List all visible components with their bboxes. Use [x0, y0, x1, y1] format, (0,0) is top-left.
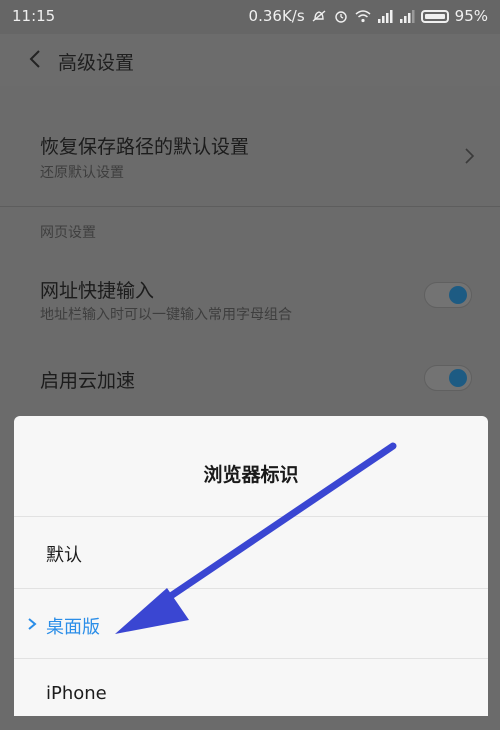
page-title: 高级设置 [58, 52, 135, 74]
setting-restore-path[interactable]: 恢复保存路径的默认设置 还原默认设置 [0, 104, 500, 208]
selected-chevron-icon [28, 618, 37, 630]
status-bar: 11:15 0.36K/s 95% [0, 0, 500, 34]
chevron-left-icon[interactable] [24, 47, 48, 71]
browser-id-dialog: 浏览器标识 默认 桌面版 iPhone [14, 416, 488, 716]
status-icons: 0.36K/s 95% [249, 7, 488, 25]
section-divider [0, 206, 500, 207]
net-speed: 0.36K/s [248, 7, 305, 25]
chevron-right-icon [465, 148, 475, 164]
signal-icon [377, 10, 393, 23]
setting-subtitle: 地址栏输入时可以一键输入常用字母组合 [40, 307, 292, 323]
setting-title: 启用云加速 [40, 370, 136, 392]
cropped-setting-item [0, 86, 500, 104]
cloud-accel-toggle[interactable] [424, 365, 472, 391]
section-header-web: 网页设置 [40, 225, 96, 241]
option-label: 默认 [46, 545, 82, 566]
battery-percent: 95% [454, 7, 488, 25]
app-bar: 高级设置 [0, 34, 500, 86]
dialog-divider [14, 658, 488, 659]
setting-title: 网址快捷输入 [40, 280, 155, 302]
option-label: 桌面版 [46, 617, 100, 638]
setting-title: 恢复保存路径的默认设置 [40, 136, 250, 158]
option-default[interactable]: 默认 [14, 518, 488, 588]
setting-url-shortcut[interactable]: 网址快捷输入 地址栏输入时可以一键输入常用字母组合 [0, 254, 500, 334]
signal-icon [399, 10, 415, 23]
url-shortcut-toggle[interactable] [424, 282, 472, 308]
mute-icon [312, 10, 326, 22]
battery-icon [420, 9, 449, 23]
toggle-knob [449, 369, 467, 387]
wifi-icon [355, 10, 371, 23]
alarm-icon [334, 11, 347, 23]
setting-cloud-accel[interactable]: 启用云加速 [0, 340, 500, 416]
option-iphone[interactable]: iPhone [14, 660, 488, 730]
dialog-divider [14, 516, 488, 517]
toggle-knob [449, 286, 467, 304]
dialog-divider [14, 588, 488, 589]
dialog-title: 浏览器标识 [203, 464, 299, 486]
status-time: 11:15 [12, 7, 56, 25]
setting-subtitle: 还原默认设置 [40, 165, 124, 181]
option-desktop[interactable]: 桌面版 [14, 590, 488, 660]
option-label: iPhone [46, 683, 107, 704]
